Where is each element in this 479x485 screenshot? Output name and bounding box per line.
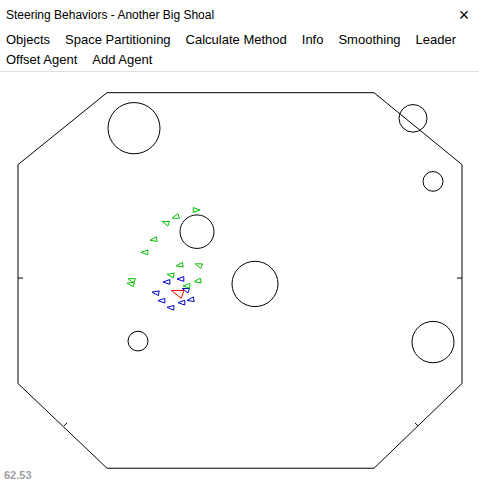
window-title: Steering Behaviors - Another Big Shoal [6, 6, 214, 24]
simulation-canvas: 62.53 [0, 72, 479, 485]
app-window: Steering Behaviors - Another Big Shoal × O… [0, 0, 479, 485]
menu-item[interactable]: Smoothing [336, 30, 402, 50]
neighbour-agent [182, 288, 189, 293]
menu-item[interactable]: Leader [414, 30, 458, 50]
menu-item[interactable]: Calculate Method [184, 30, 289, 50]
obstacle [180, 215, 214, 249]
menu-item[interactable]: Info [300, 30, 326, 50]
menu-item[interactable]: Add Agent [90, 50, 154, 70]
obstacle [128, 331, 148, 351]
obstacle [232, 261, 278, 306]
neighbour-agent [177, 277, 184, 282]
menu-item[interactable]: Space Partitioning [63, 30, 173, 50]
other-agent [195, 264, 202, 269]
menu-item[interactable]: Objects [4, 30, 52, 50]
obstacle [423, 172, 443, 192]
neighbour-agent [167, 306, 174, 311]
other-agent [141, 250, 148, 255]
wall [18, 93, 462, 469]
obstacle [108, 103, 160, 154]
neighbour-agent [187, 297, 194, 302]
wall-tick [415, 423, 418, 426]
other-agent [183, 284, 190, 289]
neighbour-agent [152, 291, 159, 296]
close-button[interactable]: × [449, 6, 479, 24]
obstacle [399, 105, 427, 133]
wall-tick [64, 423, 67, 426]
other-agent [193, 208, 200, 213]
other-agent [167, 273, 174, 278]
other-agent [150, 237, 157, 242]
other-agent [172, 214, 179, 219]
neighbour-agent [178, 300, 185, 305]
wall-tick [457, 278, 462, 279]
menu-row: Objects Space Partitioning Calculate Metho… [4, 30, 475, 50]
obstacle [412, 321, 454, 362]
menu-item[interactable]: Offset Agent [4, 50, 79, 70]
leader-agent [171, 290, 184, 298]
world-view [0, 72, 479, 485]
other-agent [176, 262, 183, 267]
neighbour-agent [163, 280, 170, 285]
other-agent [194, 278, 201, 283]
menu-row: Offset Agent Add Agent [4, 50, 475, 70]
other-agent [127, 282, 134, 287]
other-agent [162, 221, 169, 226]
neighbour-agent [158, 298, 165, 303]
menu-bar: Objects Space Partitioning Calculate Metho… [0, 30, 479, 72]
title-bar: Steering Behaviors - Another Big Shoal × [0, 0, 479, 30]
fps-counter: 62.53 [4, 467, 32, 484]
wall-tick [18, 278, 23, 279]
